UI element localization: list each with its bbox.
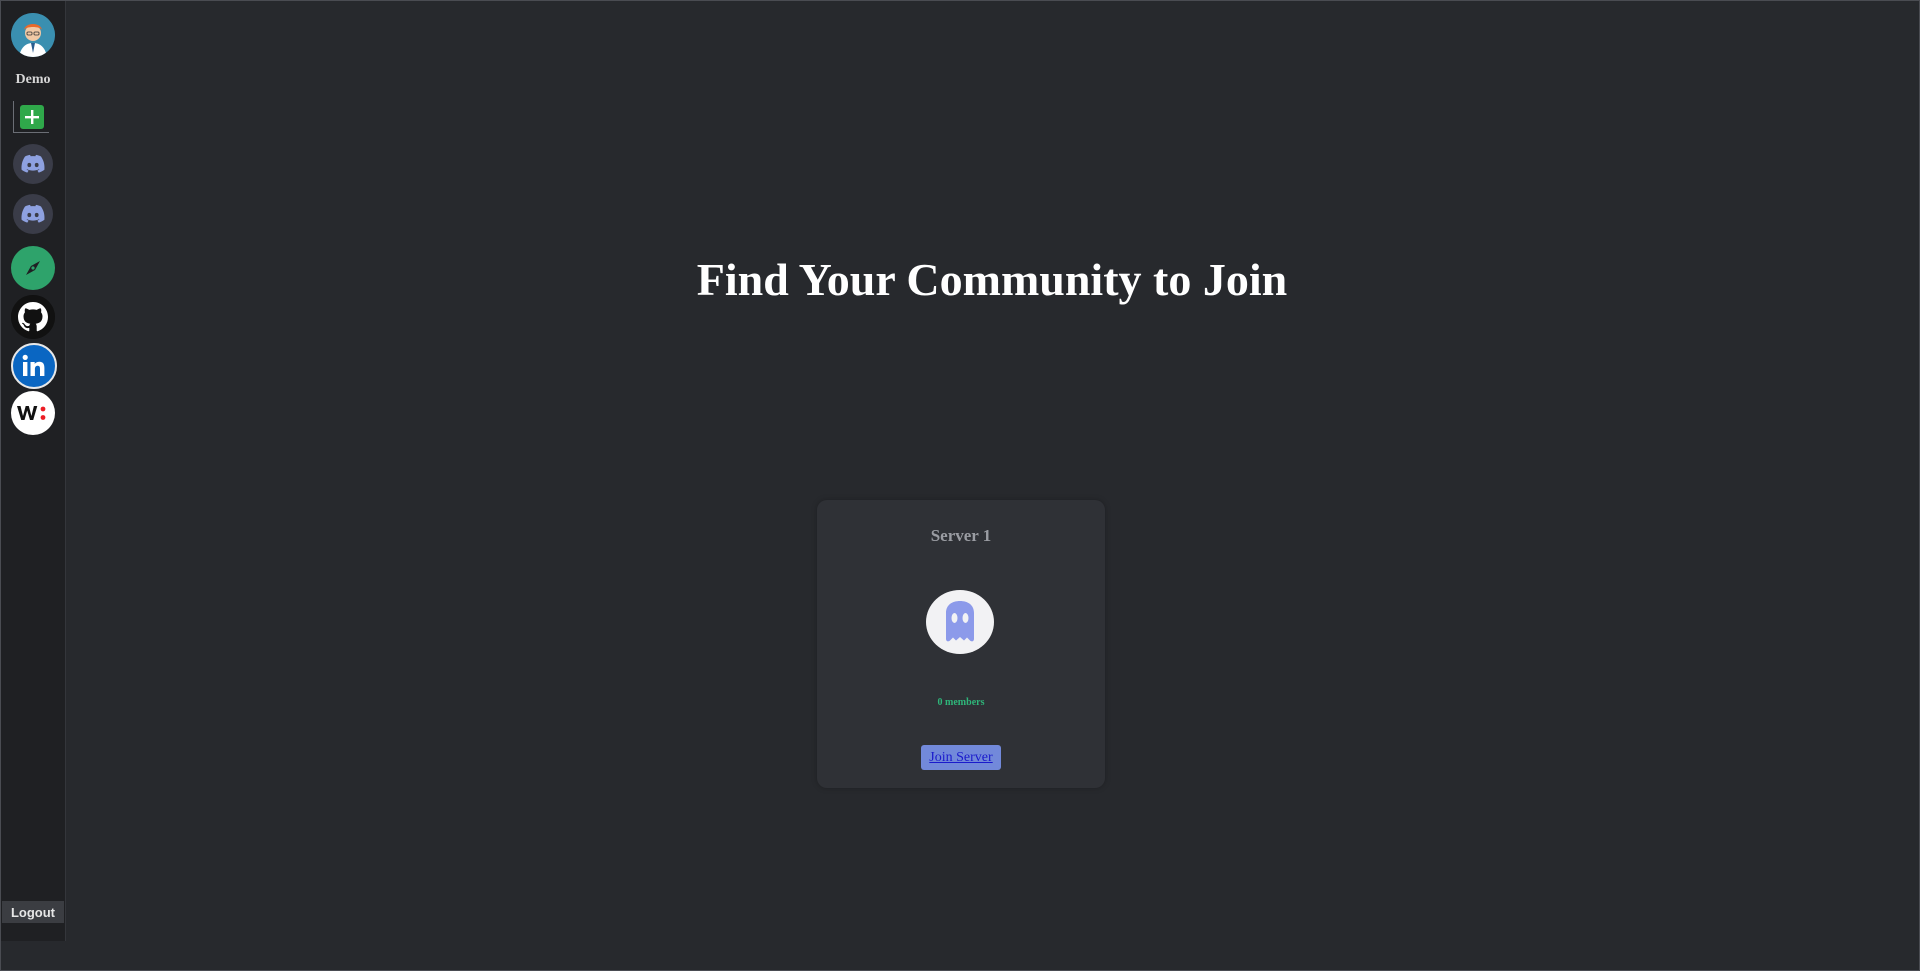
explore-servers-button[interactable] <box>11 246 55 290</box>
app-window: Demo Logout Find Your Community to Join … <box>0 0 1920 971</box>
member-count: 0 members <box>937 697 985 708</box>
discord-icon <box>946 601 974 642</box>
server-name: Server 1 <box>930 526 992 545</box>
username-label: Demo <box>15 72 51 87</box>
discord-icon <box>21 204 45 223</box>
wellfound-icon <box>17 406 46 420</box>
user-avatar[interactable] <box>11 13 55 57</box>
linkedin-icon <box>22 354 45 376</box>
server-card: Server 1 0 members Join Server <box>817 500 1105 788</box>
server-avatar <box>926 590 994 654</box>
add-server-button[interactable] <box>13 101 49 133</box>
server-icon-button[interactable] <box>13 144 53 184</box>
page-title: Find Your Community to Join <box>696 254 1288 305</box>
server-sidebar: Demo Logout <box>1 1 66 941</box>
plus-icon <box>24 109 39 124</box>
linkedin-link[interactable] <box>11 343 57 389</box>
compass-icon <box>26 261 40 275</box>
join-server-button[interactable]: Join Server <box>921 745 1001 770</box>
discord-icon <box>21 154 45 173</box>
user-avatar-icon <box>11 13 55 57</box>
logout-button[interactable]: Logout <box>2 901 64 923</box>
github-icon <box>11 295 55 339</box>
github-link[interactable] <box>11 295 55 339</box>
server-icon-button[interactable] <box>13 194 53 234</box>
wellfound-link[interactable] <box>11 391 55 435</box>
